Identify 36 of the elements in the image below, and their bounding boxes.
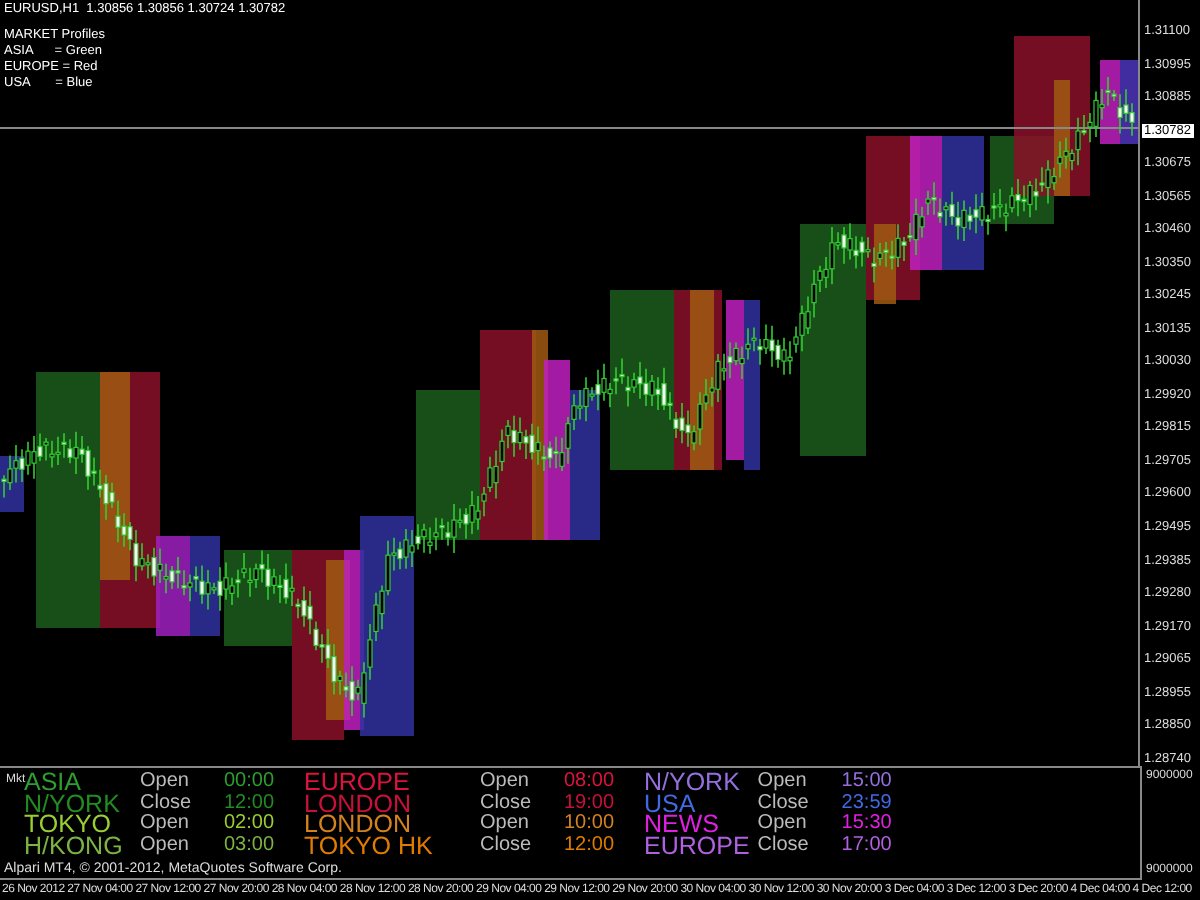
- session-time: 19:00: [564, 793, 617, 814]
- session-time: 15:30: [841, 814, 894, 835]
- session-name: NEWS: [644, 814, 719, 835]
- session-status: Open: [140, 772, 191, 793]
- session-name: EUROPE: [304, 772, 412, 793]
- session-name: H/KONG: [24, 835, 125, 856]
- session-name: LONDON: [304, 814, 411, 835]
- session-time: 08:00: [564, 772, 617, 793]
- session-status: Close: [480, 793, 534, 814]
- session-time: 03:00: [224, 835, 277, 856]
- session-time: 02:00: [224, 814, 277, 835]
- session-name: EUROPE: [644, 835, 750, 856]
- session-status: Open: [757, 814, 809, 835]
- session-status: Close: [140, 793, 194, 814]
- session-name: N/YORK: [24, 793, 122, 814]
- session-time: 15:00: [841, 772, 894, 793]
- session-name: TOKYO: [24, 814, 112, 835]
- session-time: 12:00: [564, 835, 617, 856]
- session-status: Open: [140, 814, 191, 835]
- session-status: Open: [480, 814, 531, 835]
- session-name: LONDON: [304, 793, 413, 814]
- session-name: N/YORK: [644, 772, 742, 793]
- session-name: TOKYO HK: [304, 835, 435, 856]
- session-status: Open: [480, 772, 531, 793]
- session-status: Open: [757, 772, 809, 793]
- session-time: 12:00: [224, 793, 277, 814]
- session-status: Close: [480, 835, 534, 856]
- session-time: 10:00: [564, 814, 617, 835]
- session-status: Close: [757, 793, 811, 814]
- session-time: 17:00: [841, 835, 894, 856]
- session-name: USA: [644, 793, 696, 814]
- session-time: 00:00: [224, 772, 277, 793]
- session-status: Close: [757, 835, 811, 856]
- session-name: ASIA: [24, 772, 81, 793]
- session-status: Open: [140, 835, 191, 856]
- session-time: 23:59: [841, 793, 894, 814]
